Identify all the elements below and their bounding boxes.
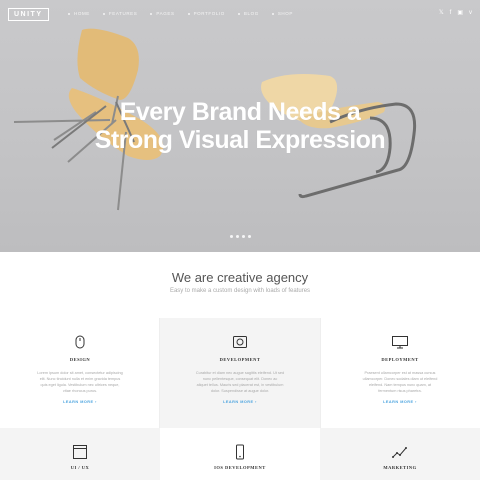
nav-item-blog[interactable]: Blog [237, 11, 259, 16]
mouse-icon [75, 335, 85, 349]
slider-dot[interactable] [247, 235, 251, 238]
phone-icon [236, 444, 244, 460]
hero-title-line1: Every Brand Needs a [119, 98, 361, 126]
nav-bullet-icon [150, 12, 153, 15]
feature-title: Development [219, 357, 261, 362]
nav-item-features[interactable]: Features [102, 11, 138, 16]
text-line: fermentum risus pharetra. [378, 389, 422, 393]
nav-bullet-icon [237, 12, 240, 15]
feature-card-deployment: Deployment Praesent ullamcorper est at m… [320, 318, 480, 428]
monitor-icon [392, 336, 408, 349]
hero-slider: UNITY Home Features Pages Portfolio Blog… [0, 0, 480, 252]
chart-icon [392, 447, 407, 458]
link-label: Learn more [63, 400, 94, 404]
features-grid: Design Lorem ipsum dolor sit amet, conse… [0, 318, 480, 480]
nav-bullet-icon [187, 12, 190, 15]
feature-card-design: Design Lorem ipsum dolor sit amet, conse… [0, 318, 160, 428]
nav-item-label: Features [108, 11, 138, 16]
chevron-right-icon: › [255, 400, 257, 404]
hero-title-line2: Strong Visual Expression [94, 126, 386, 154]
nav-bullet-icon [102, 12, 105, 15]
nav-item-pages[interactable]: Pages [150, 11, 174, 16]
chevron-right-icon: › [95, 400, 97, 404]
nav-item-label: Pages [156, 11, 175, 16]
camera-icon [233, 336, 247, 348]
learn-more-link[interactable]: Learn more › [160, 400, 320, 404]
feature-description: Lorem ipsum dolor sit amet, consectetur … [25, 370, 135, 394]
link-label: Learn more [223, 400, 254, 404]
feature-title: Design [69, 357, 91, 362]
feature-title: iOS Development [214, 465, 266, 470]
slider-pagination [0, 235, 480, 238]
text-line: dolor. Suspendisse at augue dolor. [210, 389, 270, 393]
link-label: Learn more [383, 400, 414, 404]
nav-item-label: Blog [243, 11, 259, 16]
text-line: vitae rhoncus purus. [62, 389, 98, 393]
facebook-icon[interactable]: f [450, 10, 452, 17]
section-subtitle: Easy to make a custom design with loads … [169, 288, 311, 294]
feature-card-marketing: Marketing [320, 428, 480, 480]
brand-logo[interactable]: UNITY [8, 8, 49, 21]
social-links: 𝕏 f ▣ v [439, 10, 472, 17]
feature-title: Deployment [381, 357, 419, 362]
learn-more-link[interactable]: Learn more › [320, 400, 480, 404]
feature-description: Curabitur et diam nec augue sagittis ele… [185, 370, 295, 394]
slider-dot[interactable] [235, 235, 239, 238]
nav-bullet-icon [271, 12, 274, 15]
instagram-icon[interactable]: ▣ [457, 10, 463, 17]
nav-item-label: Home [74, 11, 90, 16]
nav-item-home[interactable]: Home [68, 11, 90, 16]
slider-dot[interactable] [229, 235, 233, 238]
nav-bullet-icon [68, 12, 70, 15]
section-title: We are creative agency [171, 270, 309, 285]
nav-item-label: Portfolio [193, 11, 225, 16]
nav-item-portfolio[interactable]: Portfolio [187, 11, 225, 16]
feature-description: Praesent ullamcorper est at massa cursus… [345, 370, 455, 394]
feature-card-ios-development: iOS Development [160, 428, 320, 480]
feature-card-ui-ux: UI / UX [0, 428, 160, 480]
feature-title: UI / UX [70, 465, 90, 470]
slider-dot[interactable] [241, 235, 245, 238]
nav-item-label: Shop [277, 11, 293, 16]
nav-item-shop[interactable]: Shop [271, 11, 293, 16]
vine-icon[interactable]: v [469, 10, 472, 17]
twitter-icon[interactable]: 𝕏 [439, 10, 444, 17]
main-nav: Home Features Pages Portfolio Blog Shop [68, 11, 306, 16]
learn-more-link[interactable]: Learn more › [0, 400, 160, 404]
hero-title: Every Brand Needs a Strong Visual Expres… [0, 98, 480, 154]
feature-title: Marketing [383, 465, 417, 470]
chevron-right-icon: › [415, 400, 417, 404]
browser-icon [73, 445, 87, 459]
feature-card-development: Development Curabitur et diam nec augue … [160, 318, 320, 428]
